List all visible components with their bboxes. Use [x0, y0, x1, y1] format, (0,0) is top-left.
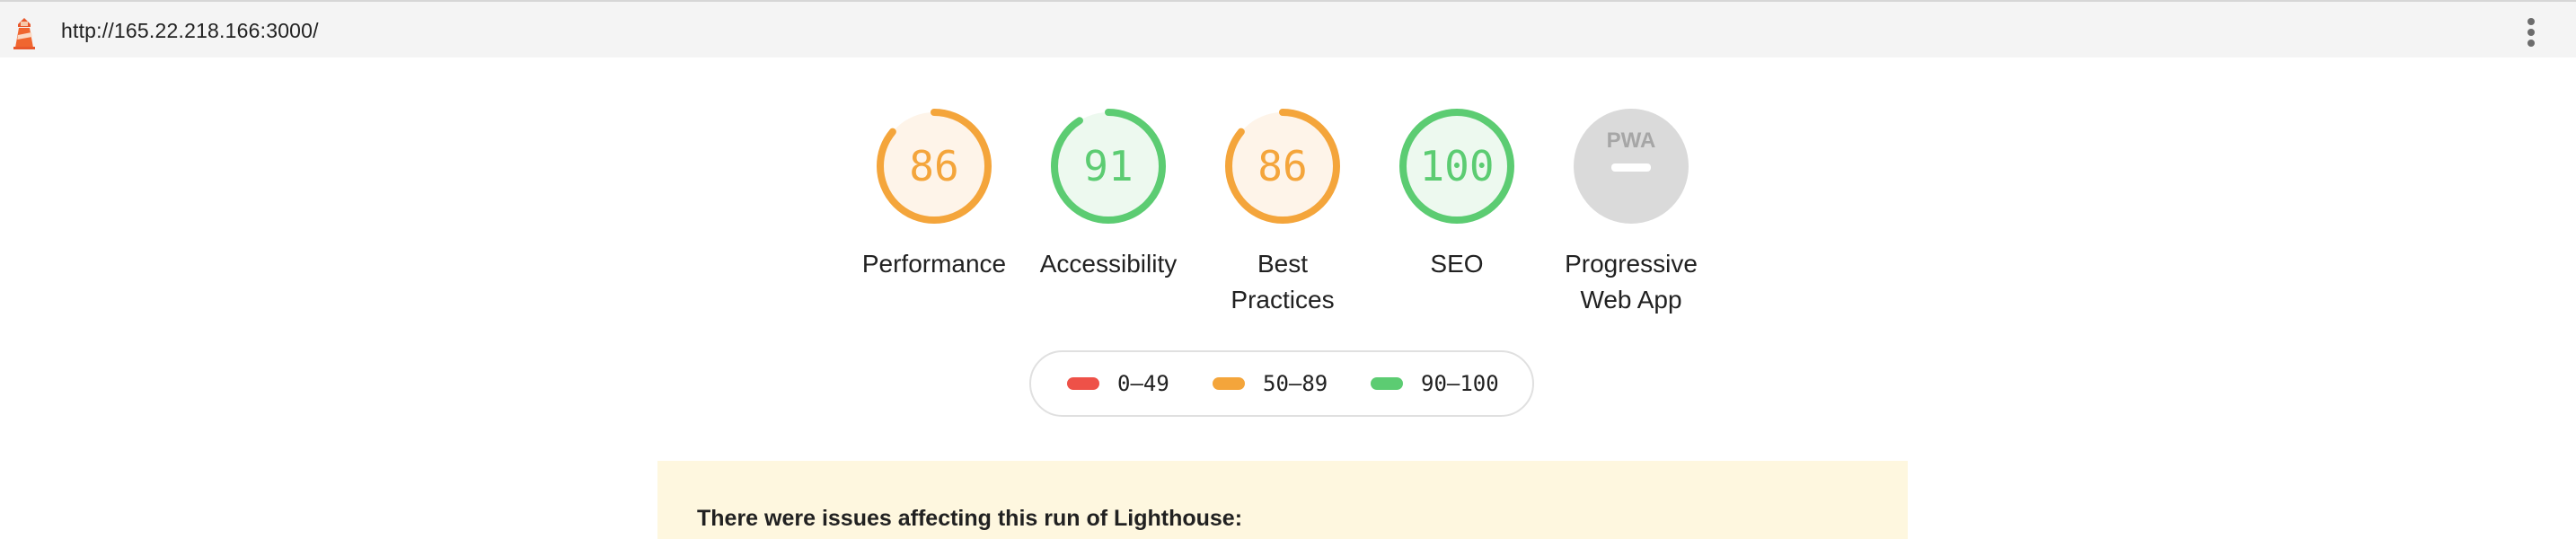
- gauge-ring: 100: [1399, 109, 1514, 224]
- gauge-best-practices[interactable]: 86 Best Practices: [1193, 106, 1372, 318]
- top-bar: http://165.22.218.166:3000/: [0, 0, 2576, 57]
- pwa-badge-text: PWA: [1607, 128, 1656, 153]
- score-legend: 0–49 50–89 90–100: [1029, 350, 1534, 417]
- gauge-ring: 91: [1051, 109, 1166, 224]
- category-label: Accessibility: [1039, 250, 1178, 278]
- url-text: http://165.22.218.166:3000/: [61, 19, 319, 42]
- warning-panel: There were issues affecting this run of …: [657, 461, 1908, 539]
- category-label: Progressive Web App: [1565, 250, 1698, 314]
- category-label: Performance: [861, 250, 1007, 278]
- warning-title: There were issues affecting this run of …: [697, 506, 1243, 531]
- gauge-pwa[interactable]: PWA Progressive Web App: [1541, 106, 1721, 318]
- lighthouse-icon: [13, 18, 35, 49]
- legend-item-fail: 0–49: [1067, 352, 1169, 415]
- legend-item-pass: 90–100: [1371, 352, 1499, 415]
- kebab-menu-icon[interactable]: [2520, 14, 2542, 50]
- category-label: SEO: [1430, 250, 1484, 278]
- gauge-ring: 86: [1225, 109, 1340, 224]
- gauge-performance[interactable]: 86 Performance: [844, 106, 1024, 282]
- legend-swatch-red: [1067, 377, 1099, 390]
- score-value: 86: [909, 142, 958, 190]
- category-label: Best Practices: [1231, 250, 1335, 314]
- pwa-badge-icon: PWA: [1574, 109, 1689, 224]
- gauge-seo[interactable]: 100 SEO: [1367, 106, 1547, 282]
- score-value: 100: [1419, 142, 1494, 190]
- legend-swatch-orange: [1213, 377, 1245, 390]
- gauge-ring: 86: [877, 109, 992, 224]
- score-value: 86: [1257, 142, 1307, 190]
- score-value: 91: [1083, 142, 1133, 190]
- legend-swatch-green: [1371, 377, 1403, 390]
- legend-item-average: 50–89: [1213, 352, 1328, 415]
- gauge-accessibility[interactable]: 91 Accessibility: [1019, 106, 1198, 282]
